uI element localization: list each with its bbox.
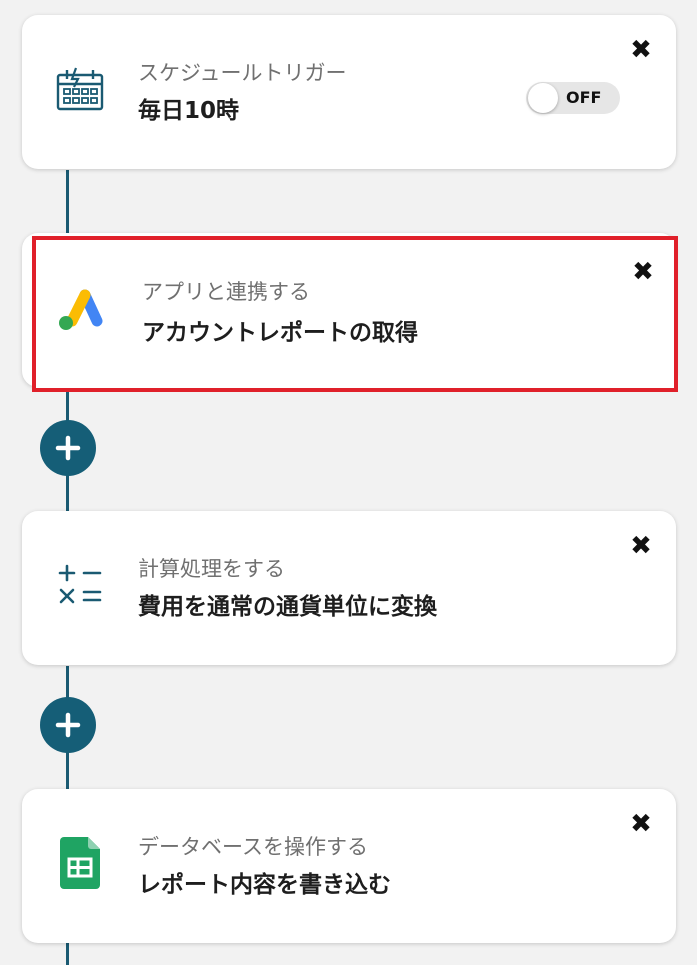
add-step-button[interactable] (40, 697, 96, 753)
google-sheets-icon (56, 837, 104, 889)
add-step-button[interactable] (40, 420, 96, 476)
calculator-operators-icon (56, 561, 104, 609)
step-card-database[interactable]: データベースを操作する レポート内容を書き込む ✖ (22, 789, 676, 943)
close-icon[interactable]: ✖ (628, 811, 654, 837)
step-title: アカウントレポートの取得 (142, 320, 418, 346)
toggle-knob (528, 83, 558, 113)
close-icon[interactable]: ✖ (628, 533, 654, 559)
close-icon[interactable]: ✖ (630, 259, 656, 285)
connector-line (66, 170, 69, 240)
step-label: アプリと連携する (142, 280, 310, 304)
calendar-clock-icon (56, 65, 104, 113)
connector-line (66, 942, 69, 965)
toggle-label: OFF (566, 88, 602, 107)
plus-icon (55, 712, 81, 738)
google-ads-icon (56, 286, 104, 334)
plus-icon (55, 435, 81, 461)
close-icon[interactable]: ✖ (628, 37, 654, 63)
step-label: スケジュールトリガー (138, 61, 347, 85)
step-card-calculation[interactable]: 計算処理をする 費用を通常の通貨単位に変換 ✖ (22, 511, 676, 665)
step-title: 毎日10時 (138, 98, 240, 124)
step-card-schedule-trigger[interactable]: スケジュールトリガー 毎日10時 OFF ✖ (22, 15, 676, 169)
step-label: 計算処理をする (138, 557, 285, 581)
highlighted-step-app-integration[interactable]: アプリと連携する アカウントレポートの取得 ✖ (32, 236, 678, 392)
step-title: レポート内容を書き込む (138, 872, 391, 898)
trigger-toggle[interactable]: OFF (526, 82, 620, 114)
step-title: 費用を通常の通貨単位に変換 (138, 594, 437, 620)
step-label: データベースを操作する (138, 835, 368, 859)
